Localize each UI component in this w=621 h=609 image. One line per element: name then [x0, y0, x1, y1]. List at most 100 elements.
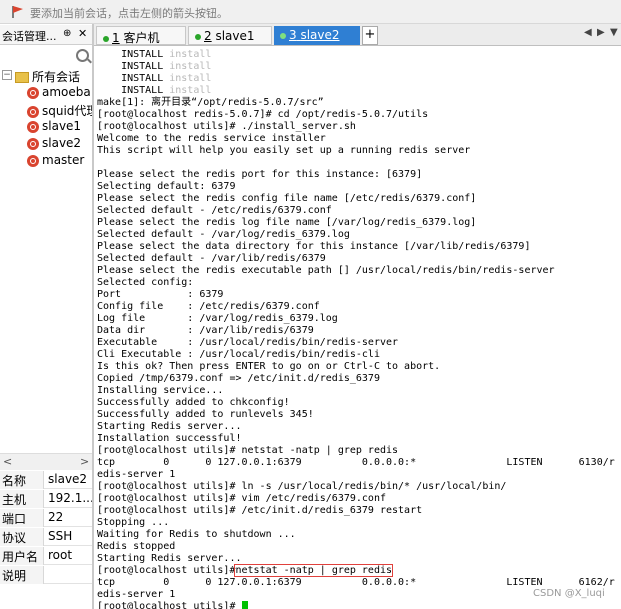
tree-horizontal-scrollbar[interactable]: < >: [0, 453, 92, 470]
terminal-line: [root@localhost utils]#: [97, 601, 615, 609]
terminal-line-text: Please select the data directory for thi…: [97, 241, 531, 252]
session-item-squid[interactable]: squid代理: [27, 102, 98, 118]
terminal-line-text: Please select the redis log file name [/…: [97, 217, 477, 228]
terminal-line: Selected config:: [97, 277, 615, 289]
session-icon: [27, 86, 39, 99]
session-manager-header: 会话管理... ⊕ ✕: [0, 25, 92, 45]
terminal-line-text: Starting Redis server...: [97, 421, 242, 432]
terminal-line-text: Selected default - /etc/redis/6379.conf: [97, 205, 332, 216]
session-item-slave2[interactable]: slave2: [27, 136, 81, 152]
terminal-line: Please select the redis config file name…: [97, 193, 615, 205]
terminal-line-text: INSTALL: [97, 85, 170, 96]
prop-row: 说明: [0, 566, 92, 584]
terminal-line-text: [root@localhost utils]# netstat -natp | …: [97, 445, 399, 456]
terminal-line-text: Stopping ...: [97, 517, 170, 528]
session-search[interactable]: [0, 46, 92, 66]
folder-icon: [15, 72, 29, 83]
session-label: master: [42, 153, 85, 167]
terminal-line: [root@localhost utils]# ./install_server…: [97, 121, 615, 133]
terminal-line-text: Please select the redis port for this in…: [97, 169, 423, 180]
terminal-line-text: [root@localhost utils]# vim /etc/redis/6…: [97, 493, 386, 504]
prop-value: SSH: [48, 529, 73, 543]
session-label: slave1: [42, 119, 82, 133]
terminal-line: INSTALL install: [97, 49, 615, 61]
terminal-line-text: This script will help you easily set up …: [97, 145, 471, 156]
search-icon[interactable]: [76, 49, 89, 62]
terminal-line-text: Selecting default: 6379: [97, 181, 236, 192]
session-manager-title: 会话管理...: [2, 30, 57, 43]
new-tab-button[interactable]: +: [362, 26, 378, 45]
prop-row: 名称 slave2: [0, 471, 92, 489]
prop-row: 端口 22: [0, 509, 92, 527]
terminal-line: [root@localhost utils]# vim /etc/redis/6…: [97, 493, 615, 505]
terminal-line: Welcome to the redis service installer: [97, 133, 615, 145]
terminal-line-text: Please select the redis executable path …: [97, 265, 555, 276]
session-icon: [27, 105, 39, 118]
terminal-line-text: edis-server 1: [97, 469, 176, 480]
terminal-output[interactable]: INSTALL install INSTALL install INSTALL …: [94, 47, 621, 609]
terminal-line: Starting Redis server...: [97, 421, 615, 433]
terminal-line: Executable : /usr/local/redis/bin/redis-…: [97, 337, 615, 349]
terminal-line-text: Is this ok? Then press ENTER to go on or…: [97, 361, 441, 372]
terminal-line: Installation successful!: [97, 433, 615, 445]
terminal-line-text: [root@localhost utils]# ./install_server…: [97, 121, 356, 132]
terminal-dim-text: install: [169, 61, 212, 72]
session-item-amoeba[interactable]: amoeba: [27, 85, 91, 101]
terminal-line: INSTALL install: [97, 61, 615, 73]
prop-row: 用户名 root: [0, 547, 92, 565]
terminal-line: Redis stopped: [97, 541, 615, 553]
terminal-line-text: Successfully added to runlevels 345!: [97, 409, 314, 420]
terminal-dim-text: install: [169, 49, 212, 60]
terminal-line-text: Executable : /usr/local/redis/bin/redis-…: [97, 337, 399, 348]
terminal-line-text: Redis stopped: [97, 541, 176, 552]
tab-list-icon[interactable]: ▼: [610, 27, 618, 38]
session-icon: [27, 137, 39, 150]
connected-status-icon: [103, 35, 109, 42]
highlighted-command: netstat -natp | grep redis: [234, 564, 394, 577]
session-item-master[interactable]: master: [27, 153, 84, 169]
scroll-right-icon[interactable]: >: [80, 455, 89, 468]
terminal-line-text: Selected config:: [97, 277, 194, 288]
tab-slave1[interactable]: 2 slave1: [188, 26, 272, 45]
connected-status-icon: [195, 33, 201, 40]
session-item-slave1[interactable]: slave1: [27, 119, 81, 135]
terminal-line-text: INSTALL: [97, 61, 170, 72]
terminal-line-text: tcp 0 0 127.0.0.1:6379 0.0.0.0:* LISTEN …: [97, 577, 615, 588]
terminal-line: Successfully added to chkconfig!: [97, 397, 615, 409]
terminal-line: make[1]: 离开目录“/opt/redis-5.0.7/src”: [97, 97, 615, 109]
terminal-line: Selected default - /etc/redis/6379.conf: [97, 205, 615, 217]
scroll-left-icon[interactable]: <: [3, 455, 12, 468]
terminal-line-text: Cli Executable : /usr/local/redis/bin/re…: [97, 349, 380, 360]
terminal-line-text: Please select the redis config file name…: [97, 193, 477, 204]
tab-next-icon[interactable]: ▶: [597, 27, 605, 38]
terminal-line: Please select the redis log file name [/…: [97, 217, 615, 229]
terminal-line-text: Successfully added to chkconfig!: [97, 397, 290, 408]
tree-root-label: 所有会话: [32, 70, 81, 84]
terminal-line-text: Waiting for Redis to shutdown ...: [97, 529, 296, 540]
close-panel-icon[interactable]: ✕: [78, 27, 87, 40]
terminal-line: Data dir : /var/lib/redis/6379: [97, 325, 615, 337]
tab-client[interactable]: 1 客户机: [96, 26, 186, 45]
terminal-line-text: [root@localhost utils]# /etc/init.d/redi…: [97, 505, 423, 516]
collapse-icon[interactable]: −: [2, 70, 12, 80]
terminal-line: [root@localhost utils]# /etc/init.d/redi…: [97, 505, 615, 517]
terminal-line: Copied /tmp/6379.conf => /etc/init.d/red…: [97, 373, 615, 385]
tab-prev-icon[interactable]: ◀: [584, 27, 592, 38]
session-label: amoeba: [42, 85, 91, 99]
watermark: CSDN @X_luqi: [533, 588, 605, 599]
pin-icon[interactable]: ⊕: [63, 28, 71, 39]
tab-slave2[interactable]: 3 slave2: [274, 26, 360, 45]
terminal-dim-text: install: [169, 85, 212, 96]
tab-bar: 1 客户机 2 slave1 3 slave2 + ◀ ▶ ▼: [94, 24, 621, 46]
tab-label: slave2: [300, 28, 340, 42]
terminal-line: Log file : /var/log/redis_6379.log: [97, 313, 615, 325]
add-session-arrow-icon[interactable]: [12, 5, 24, 19]
hint-bar: 要添加当前会话，点击左侧的箭头按钮。: [0, 0, 621, 24]
prop-key: 主机: [0, 490, 44, 508]
session-label: squid代理: [42, 104, 99, 118]
terminal-line-text: INSTALL: [97, 73, 170, 84]
prop-key: 名称: [0, 471, 44, 489]
terminal-dim-text: install: [169, 73, 212, 84]
connected-status-icon: [280, 32, 286, 39]
